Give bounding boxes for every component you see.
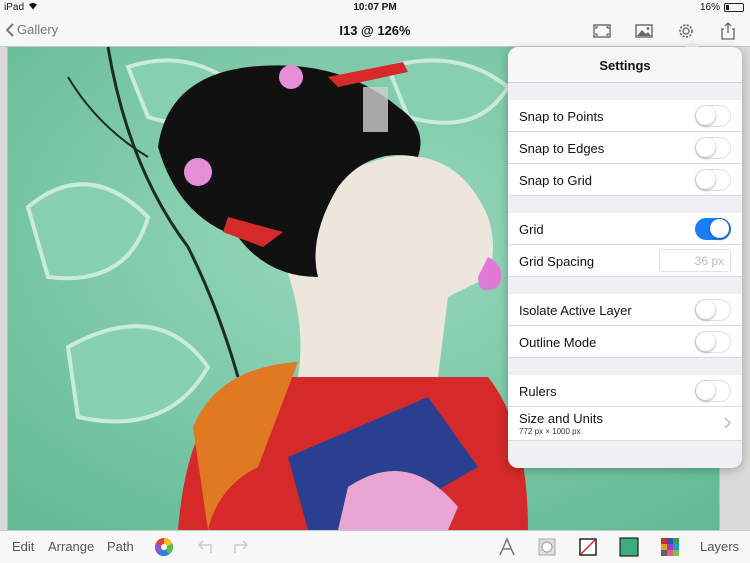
rulers-toggle[interactable] <box>695 380 731 402</box>
snap-to-points-row: Snap to Points <box>508 100 742 132</box>
arrange-button[interactable]: Arrange <box>48 539 94 554</box>
size-and-units-label: Size and Units <box>519 411 603 426</box>
settings-title: Settings <box>508 47 742 83</box>
isolate-layer-label: Isolate Active Layer <box>519 303 632 318</box>
status-time: 10:07 PM <box>353 2 397 13</box>
outline-mode-label: Outline Mode <box>519 335 597 350</box>
text-tool-icon[interactable] <box>497 537 517 557</box>
settings-popover: Settings Snap to Points Snap to Edges Sn… <box>508 47 742 468</box>
snap-to-edges-label: Snap to Edges <box>519 141 605 156</box>
grid-spacing-label: Grid Spacing <box>519 254 595 269</box>
edit-button[interactable]: Edit <box>12 539 34 554</box>
grid-spacing-row: Grid Spacing 36 px <box>508 245 742 277</box>
grid-spacing-input[interactable]: 36 px <box>659 249 731 272</box>
undo-icon[interactable] <box>195 537 215 557</box>
outline-mode-toggle[interactable] <box>695 331 731 353</box>
fullscreen-icon[interactable] <box>592 21 612 41</box>
status-bar: iPad 10:07 PM 16% <box>0 0 750 16</box>
snap-to-points-toggle[interactable] <box>695 105 731 127</box>
image-icon[interactable] <box>634 21 654 41</box>
rulers-row: Rulers <box>508 375 742 407</box>
redo-icon[interactable] <box>231 537 251 557</box>
size-and-units-row[interactable]: Size and Units 772 px × 1000 px <box>508 407 742 441</box>
size-and-units-detail: 772 px × 1000 px <box>519 427 581 436</box>
battery-icon <box>724 3 744 12</box>
snap-to-grid-row: Snap to Grid <box>508 164 742 196</box>
snap-to-grid-label: Snap to Grid <box>519 173 592 188</box>
nav-bar: Gallery I13 @ 126% <box>0 16 750 47</box>
gallery-back-button[interactable]: Gallery <box>6 22 58 37</box>
share-icon[interactable] <box>718 21 738 41</box>
path-button[interactable]: Path <box>107 539 134 554</box>
swatches-grid-icon[interactable] <box>660 537 680 557</box>
stroke-swatch-icon[interactable] <box>578 537 598 557</box>
fill-swatch-icon[interactable] <box>619 537 639 557</box>
chevron-left-icon <box>6 22 14 37</box>
effects-icon[interactable] <box>537 537 557 557</box>
color-wheel-icon[interactable] <box>154 537 174 557</box>
outline-mode-row: Outline Mode <box>508 326 742 358</box>
snap-to-points-label: Snap to Points <box>519 109 604 124</box>
layers-button[interactable]: Layers <box>700 539 739 554</box>
grid-row: Grid <box>508 213 742 245</box>
snap-to-edges-toggle[interactable] <box>695 137 731 159</box>
isolate-layer-row: Isolate Active Layer <box>508 294 742 326</box>
chevron-right-icon <box>724 417 731 429</box>
bottom-toolbar: Edit Arrange Path Layers <box>0 530 750 563</box>
battery-percent: 16% <box>699 2 720 13</box>
isolate-layer-toggle[interactable] <box>695 299 731 321</box>
rulers-label: Rulers <box>519 384 557 399</box>
grid-label: Grid <box>519 222 544 237</box>
snap-to-grid-toggle[interactable] <box>695 169 731 191</box>
back-label: Gallery <box>17 22 59 37</box>
snap-to-edges-row: Snap to Edges <box>508 132 742 164</box>
gear-icon[interactable] <box>676 21 696 41</box>
grid-toggle[interactable] <box>695 218 731 240</box>
